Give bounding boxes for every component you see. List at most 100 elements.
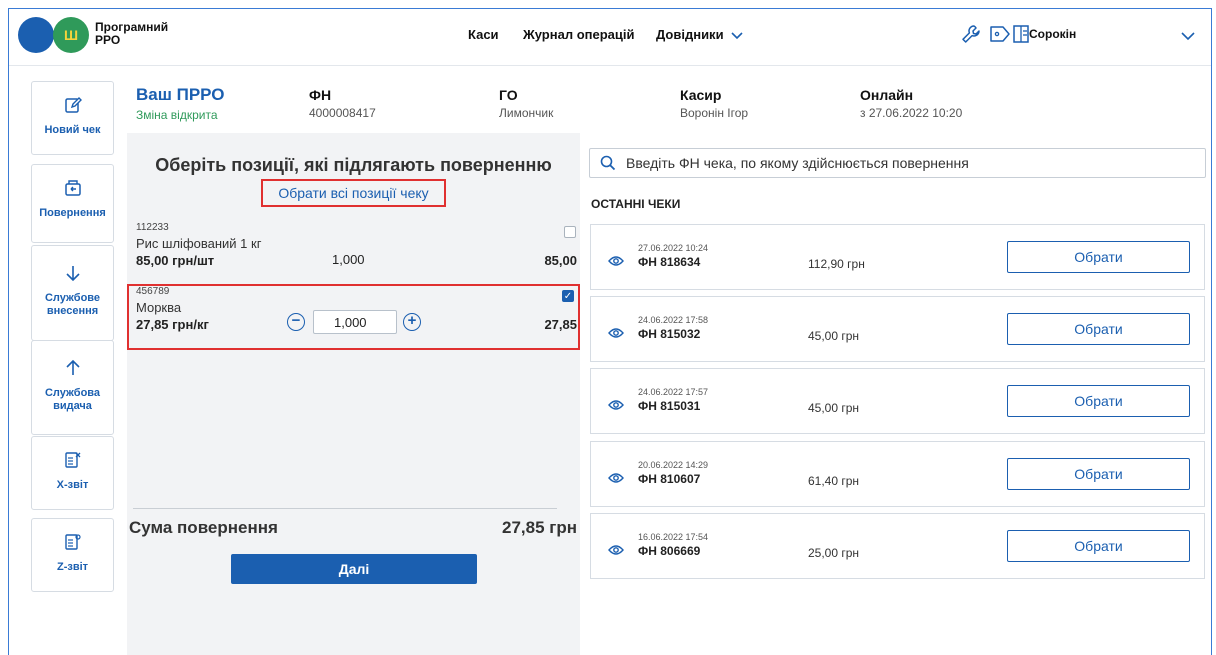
eye-icon[interactable] (608, 472, 624, 484)
item-checkbox[interactable] (564, 226, 576, 238)
sidebar-cash-in-button[interactable]: Службове внесення (31, 245, 114, 341)
online-info: Онлайн з 27.06.2022 10:20 (860, 87, 962, 120)
return-panel-title: Оберіть позиції, які підлягають повернен… (155, 155, 552, 175)
next-button[interactable]: Далі (231, 554, 477, 584)
select-receipt-button[interactable]: Обрати (1007, 385, 1190, 417)
sidebar-label: Z-звіт (56, 561, 89, 573)
item-name: Рис шліфований 1 кг (136, 236, 262, 251)
receipt-datetime: 24.06.2022 17:58 (638, 315, 709, 325)
arrow-down-icon (65, 262, 81, 284)
return-item: 112233 Рис шліфований 1 кг 85,00 грн/шт … (127, 220, 580, 274)
prro-title: Ваш ПРРО (136, 85, 225, 104)
eye-icon[interactable] (608, 399, 624, 411)
edit-icon (64, 94, 82, 116)
sidebar-return-button[interactable]: Повернення (31, 164, 114, 243)
tag-icon[interactable] (988, 23, 1012, 48)
logo-blue-circle (18, 17, 54, 53)
return-icon (64, 177, 82, 199)
qty-input[interactable]: 1,000 (313, 310, 397, 334)
cashier-info: Касир Воронін Ігор (680, 87, 748, 120)
return-items-panel: Оберіть позиції, які підлягають повернен… (127, 133, 580, 655)
sidebar-label: Повернення (39, 207, 106, 219)
eye-icon[interactable] (608, 327, 624, 339)
select-receipt-button[interactable]: Обрати (1007, 530, 1190, 562)
fn-info: ФН 4000008417 (309, 87, 376, 120)
search-icon (600, 155, 616, 171)
item-price: 27,85 грн/кг (136, 317, 209, 332)
x-report-icon (64, 449, 82, 471)
go-info: ГО Лимончик (499, 87, 553, 120)
qty-decrease-button[interactable]: − (287, 313, 305, 331)
receipt-card: 24.06.2022 17:58 ФН 815032 45,00 грн Обр… (590, 296, 1205, 362)
receipt-datetime: 20.06.2022 14:29 (638, 460, 709, 470)
receipt-card: 20.06.2022 14:29 ФН 810607 61,40 грн Обр… (590, 441, 1205, 507)
shift-status: Зміна відкрита (136, 108, 218, 122)
building-icon (1013, 23, 1029, 48)
sidebar-label: X-звіт (56, 479, 89, 491)
return-sum-label: Сума повернення (129, 518, 278, 537)
go-label: ГО (499, 87, 518, 103)
sidebar-label: Службове внесення (44, 292, 101, 317)
sidebar-new-receipt-button[interactable]: Новий чек (31, 81, 114, 155)
select-receipt-button[interactable]: Обрати (1007, 241, 1190, 273)
receipt-datetime: 27.06.2022 10:24 (638, 243, 709, 253)
sidebar-label: Новий чек (44, 124, 101, 136)
nav-cash-registers[interactable]: Каси (468, 27, 499, 42)
wrench-icon[interactable] (960, 23, 982, 48)
nav-directories[interactable]: Довідники (656, 27, 743, 43)
cashier-label: Касир (680, 87, 722, 103)
online-value: з 27.06.2022 10:20 (860, 106, 963, 120)
selected-return-item: 456789 ✓ Морква 27,85 грн/кг − 1,000 + 2… (127, 284, 580, 350)
recent-receipts-title: ОСТАННІ ЧЕКИ (591, 197, 681, 211)
item-code: 456789 (136, 286, 170, 297)
sidebar-x-report-button[interactable]: X-звіт (31, 436, 114, 510)
receipt-amount: 25,00 грн (808, 546, 860, 560)
select-all-items-link[interactable]: Обрати всі позиції чеку (261, 179, 446, 207)
select-receipt-button[interactable]: Обрати (1007, 458, 1190, 490)
eye-icon[interactable] (608, 544, 624, 556)
chevron-down-icon (731, 28, 743, 43)
fn-label: ФН (309, 87, 332, 103)
go-value: Лимончик (499, 106, 554, 120)
nav-operations-log[interactable]: Журнал операцій (523, 27, 635, 42)
brand-title: Програмний РРО (95, 20, 169, 47)
search-placeholder: Введіть ФН чека, по якому здійснюється п… (626, 155, 969, 171)
top-header: Ш Програмний РРО Каси Журнал операцій До… (9, 9, 1211, 66)
receipt-card: 27.06.2022 10:24 ФН 818634 112,90 грн Об… (590, 224, 1205, 290)
receipt-amount: 45,00 грн (808, 401, 860, 415)
fn-value: 4000008417 (309, 106, 376, 120)
item-price: 85,00 грн/шт (136, 253, 215, 268)
item-qty: 1,000 (332, 252, 365, 267)
qty-increase-button[interactable]: + (403, 313, 421, 331)
item-name: Морква (136, 300, 182, 315)
eye-icon[interactable] (608, 255, 624, 267)
receipt-card: 16.06.2022 17:54 ФН 806669 25,00 грн Обр… (590, 513, 1205, 579)
user-menu-chevron-icon[interactable] (1181, 29, 1195, 44)
divider (133, 508, 557, 509)
online-label: Онлайн (860, 87, 914, 103)
receipt-fn: ФН 806669 (638, 544, 701, 558)
receipt-fn: ФН 810607 (638, 472, 701, 486)
user-name[interactable]: Сорокін (1029, 27, 1076, 41)
item-checkbox-checked[interactable]: ✓ (562, 290, 574, 302)
receipt-fn: ФН 815032 (638, 327, 701, 341)
prro-info: Ваш ПРРО Зміна відкрита (136, 85, 225, 122)
select-receipt-button[interactable]: Обрати (1007, 313, 1190, 345)
receipt-amount: 112,90 грн (808, 257, 865, 271)
receipt-datetime: 16.06.2022 17:54 (638, 532, 709, 542)
z-report-icon (64, 531, 82, 553)
receipt-datetime: 24.06.2022 17:57 (638, 387, 709, 397)
cashier-value: Воронін Ігор (680, 106, 749, 120)
sidebar-label: Службова видача (44, 387, 101, 412)
receipt-fn: ФН 818634 (638, 255, 701, 269)
return-sum-value: 27,85 грн (502, 518, 577, 537)
receipt-card: 24.06.2022 17:57 ФН 815031 45,00 грн Обр… (590, 368, 1205, 434)
sidebar-cash-out-button[interactable]: Службова видача (31, 340, 114, 435)
receipt-fn: ФН 815031 (638, 399, 701, 413)
receipt-search-field[interactable]: Введіть ФН чека, по якому здійснюється п… (589, 148, 1206, 178)
sidebar-z-report-button[interactable]: Z-звіт (31, 518, 114, 592)
trident-logo-icon: Ш (53, 17, 89, 53)
item-code: 112233 (136, 222, 169, 233)
receipt-amount: 45,00 грн (808, 329, 860, 343)
nav-directories-label: Довідники (656, 27, 724, 42)
